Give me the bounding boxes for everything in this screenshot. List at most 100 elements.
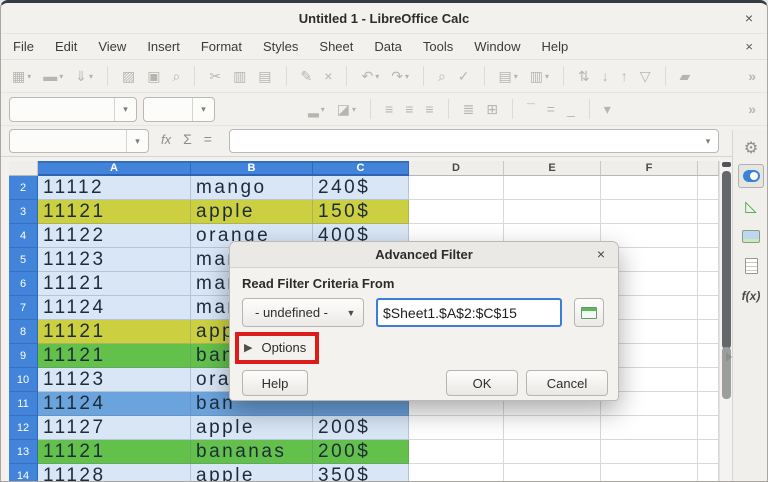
autofilter-button[interactable]: ▽	[637, 67, 654, 85]
shrink-button[interactable]	[574, 298, 604, 327]
menu-data[interactable]: Data	[372, 37, 403, 56]
chevron-down-icon[interactable]: ▾	[514, 72, 518, 81]
spelling-button[interactable]: ✓	[455, 67, 473, 85]
help-button[interactable]: Help	[242, 370, 308, 396]
row-header-10[interactable]: 10	[9, 368, 38, 392]
column-header-B[interactable]: B	[191, 161, 313, 176]
cell-B13[interactable]: bananas	[191, 440, 313, 464]
function-wizard-icon[interactable]: fx	[161, 132, 171, 147]
cell-G3[interactable]	[698, 200, 719, 224]
cell-A13[interactable]: 11121	[38, 440, 191, 464]
row-header-8[interactable]: 8	[9, 320, 38, 344]
chevron-down-icon[interactable]: ▾	[321, 105, 325, 114]
select-all-corner[interactable]	[9, 161, 38, 176]
row-header-14[interactable]: 14	[9, 464, 38, 481]
sidebar-hide-handle-icon[interactable]	[726, 352, 732, 362]
cell-G9[interactable]	[698, 344, 719, 368]
column-header-C[interactable]: C	[313, 161, 409, 176]
column-header-F[interactable]: F	[601, 161, 698, 176]
clone-formatting-button[interactable]: ✎	[298, 67, 316, 85]
chevron-down-icon[interactable]: ▾	[59, 72, 63, 81]
cut-button[interactable]: ✂	[206, 67, 224, 85]
align-bottom-button[interactable]: _	[564, 100, 578, 118]
scrollbar-thumb[interactable]	[722, 171, 731, 349]
cell-E13[interactable]	[504, 440, 601, 464]
cell-A12[interactable]: 11127	[38, 416, 191, 440]
find-replace-button[interactable]: ⌕	[435, 67, 449, 85]
equals-icon[interactable]: =	[204, 131, 212, 147]
properties-deck[interactable]	[738, 164, 764, 188]
center-vertically-button[interactable]: =	[544, 100, 558, 118]
dialog-title-bar[interactable]: Advanced Filter ×	[230, 242, 618, 268]
cell-C14[interactable]: 350$	[313, 464, 409, 481]
chevron-down-icon[interactable]: ▾	[698, 136, 718, 147]
toolbar-overflow-button[interactable]: »	[745, 100, 759, 118]
cell-C2[interactable]: 240$	[313, 176, 409, 200]
copy-button[interactable]: ▥	[230, 67, 249, 85]
cell-B3[interactable]: apple	[191, 200, 313, 224]
menu-styles[interactable]: Styles	[261, 37, 300, 56]
row-header-11[interactable]: 11	[9, 392, 38, 416]
row-header-4[interactable]: 4	[9, 224, 38, 248]
row-header-2[interactable]: 2	[9, 176, 38, 200]
menu-insert[interactable]: Insert	[145, 37, 182, 56]
formula-input[interactable]: ▾	[229, 129, 719, 153]
row-header-12[interactable]: 12	[9, 416, 38, 440]
cell-B14[interactable]: apple	[191, 464, 313, 481]
menu-format[interactable]: Format	[199, 37, 244, 56]
dialog-close-icon[interactable]: ×	[597, 246, 605, 262]
cell-D3[interactable]	[409, 200, 504, 224]
cell-C3[interactable]: 150$	[313, 200, 409, 224]
cell-A10[interactable]: 11123	[38, 368, 191, 392]
criteria-range-input[interactable]: $Sheet1.$A$2:$C$15	[376, 298, 562, 327]
title-bar[interactable]: Untitled 1 - LibreOffice Calc ×	[1, 3, 767, 34]
scrollbar-split-handle[interactable]	[722, 162, 731, 167]
row-header-13[interactable]: 13	[9, 440, 38, 464]
cell-F14[interactable]	[601, 464, 698, 481]
print-preview-button[interactable]: ⌕	[169, 67, 183, 85]
font-size-combo[interactable]: ▾	[143, 96, 215, 122]
cell-G8[interactable]	[698, 320, 719, 344]
cell-C12[interactable]: 200$	[313, 416, 409, 440]
cell-C13[interactable]: 200$	[313, 440, 409, 464]
menu-sheet[interactable]: Sheet	[317, 37, 355, 56]
cell-G2[interactable]	[698, 176, 719, 200]
cell-A3[interactable]: 11121	[38, 200, 191, 224]
cell-D14[interactable]	[409, 464, 504, 481]
styles-deck[interactable]: ◺	[738, 194, 764, 218]
sort-ascending-button[interactable]: ↑	[618, 67, 631, 85]
undo-button[interactable]: ↶ ▾	[358, 67, 382, 85]
merge-cells-button[interactable]: ⊞	[483, 100, 501, 118]
cell-A8[interactable]: 11121	[38, 320, 191, 344]
sum-icon[interactable]: Σ	[183, 131, 192, 147]
align-left-button[interactable]: ≡	[382, 100, 396, 118]
cell-A6[interactable]: 11121	[38, 272, 191, 296]
chevron-down-icon[interactable]: ▾	[545, 72, 549, 81]
cell-A11[interactable]: 11124	[38, 392, 191, 416]
chevron-down-icon[interactable]: ▾	[192, 97, 214, 121]
column-header-A[interactable]: A	[38, 161, 191, 176]
column-header-E[interactable]: E	[504, 161, 601, 176]
align-right-button[interactable]: ≡	[422, 100, 436, 118]
vertical-scrollbar[interactable]	[719, 161, 732, 481]
cell-A9[interactable]: 11121	[38, 344, 191, 368]
cell-G11[interactable]	[698, 392, 719, 416]
sort-descending-button[interactable]: ↓	[599, 67, 612, 85]
cell-A5[interactable]: 11123	[38, 248, 191, 272]
cell-B2[interactable]: mango	[191, 176, 313, 200]
cell-A7[interactable]: 11124	[38, 296, 191, 320]
cell-E12[interactable]	[504, 416, 601, 440]
cell-D2[interactable]	[409, 176, 504, 200]
chevron-down-icon[interactable]: ▾	[89, 72, 93, 81]
menu-view[interactable]: View	[96, 37, 128, 56]
chevron-down-icon[interactable]: ▾	[27, 72, 31, 81]
save-button[interactable]: ⇓ ▾	[72, 67, 96, 85]
column-header-partial[interactable]	[698, 161, 719, 176]
cell-D13[interactable]	[409, 440, 504, 464]
chevron-down-icon[interactable]: ▾	[375, 72, 379, 81]
redo-button[interactable]: ↷ ▾	[388, 67, 412, 85]
cell-E3[interactable]	[504, 200, 601, 224]
clear-formatting-button[interactable]: ×	[321, 67, 335, 85]
cell-G12[interactable]	[698, 416, 719, 440]
ok-button[interactable]: OK	[446, 370, 518, 396]
